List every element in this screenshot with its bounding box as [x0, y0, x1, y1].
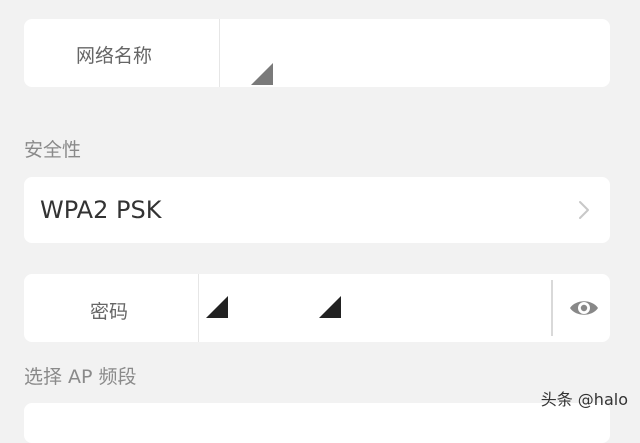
password-row: 密码 — [24, 274, 610, 342]
watermark: 头条 @halo — [540, 390, 628, 409]
ap-band-section-label: 选择 AP 频段 — [24, 366, 137, 388]
security-section-label: 安全性 — [24, 139, 82, 161]
password-label: 密码 — [90, 301, 129, 323]
show-password-toggle[interactable] — [564, 290, 604, 326]
chevron-right-icon — [579, 201, 589, 219]
security-value: WPA2 PSK — [40, 196, 162, 224]
password-input[interactable] — [199, 274, 549, 342]
divider — [551, 280, 553, 336]
text-cursor-icon — [251, 63, 273, 85]
network-name-row: 网络名称 — [24, 19, 610, 87]
security-selector[interactable]: WPA2 PSK — [24, 177, 610, 243]
text-cursor-icon — [319, 296, 341, 318]
text-cursor-icon — [206, 296, 228, 318]
network-name-label: 网络名称 — [76, 45, 153, 67]
ap-band-selector[interactable] — [24, 403, 610, 443]
eye-icon — [570, 301, 598, 315]
network-name-input[interactable] — [220, 19, 610, 87]
